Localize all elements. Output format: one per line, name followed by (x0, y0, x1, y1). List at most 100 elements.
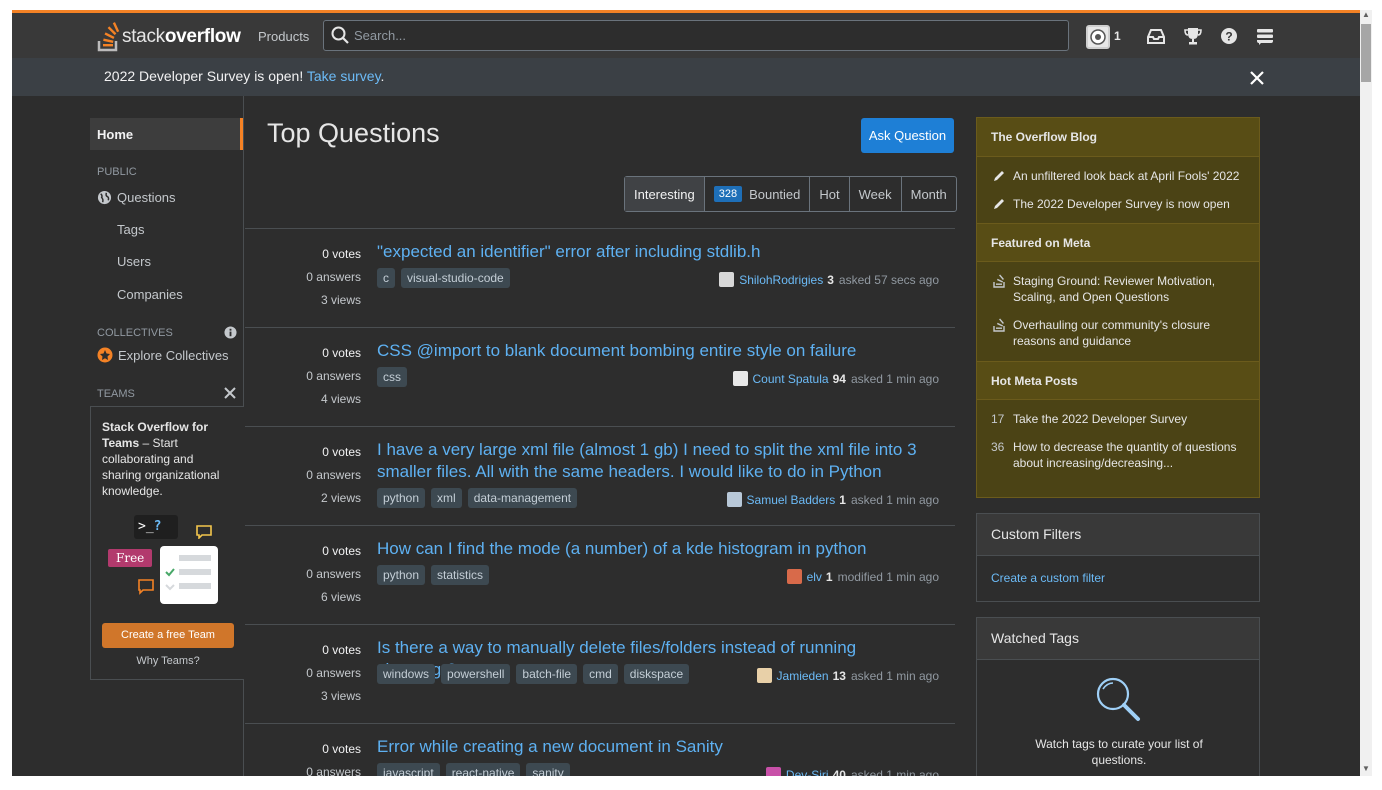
trophy-icon[interactable] (1182, 25, 1204, 47)
avatar-badge-icon (1090, 29, 1106, 45)
question-stats: 0 votes 0 answers 4 views (245, 342, 361, 411)
modified-time[interactable]: modified 1 min ago (838, 570, 939, 584)
meta-item-link[interactable]: Overhauling our community's closure reas… (1013, 318, 1210, 348)
question-list: 0 votes 0 answers 3 views "expected an i… (245, 228, 955, 776)
nav-section-teams: TEAMS (97, 388, 135, 400)
tag[interactable]: javascript (377, 763, 440, 776)
user-avatar[interactable] (726, 492, 742, 507)
hot-meta-link[interactable]: How to decrease the quantity of question… (1013, 440, 1236, 470)
blog-item-link[interactable]: The 2022 Developer Survey is now open (1013, 197, 1230, 211)
page-scrollbar[interactable]: ▲ ▼ (1360, 10, 1372, 776)
tag[interactable]: visual-studio-code (401, 268, 510, 288)
scroll-up-arrow-icon[interactable]: ▲ (1360, 10, 1372, 19)
user-reputation: 40 (832, 767, 846, 777)
user-avatar[interactable] (1086, 25, 1110, 49)
nav-home[interactable]: Home (90, 118, 243, 150)
user-avatar[interactable] (786, 569, 802, 584)
hot-meta-link[interactable]: Take the 2022 Developer Survey (1013, 412, 1187, 426)
scrollbar-thumb[interactable] (1361, 24, 1371, 82)
view-count: 3 views (320, 689, 361, 703)
tag[interactable]: windows (377, 664, 436, 684)
user-avatar[interactable] (719, 272, 735, 287)
search-input[interactable] (354, 25, 1054, 46)
hot-meta-item[interactable]: 36 How to decrease the quantity of quest… (977, 439, 1259, 471)
question-title-link[interactable]: CSS @import to blank document bombing en… (377, 340, 927, 362)
teams-illustration: >_? Free (108, 515, 228, 605)
question-title-link[interactable]: I have a very large xml file (almost 1 g… (377, 439, 927, 483)
nav-explore-collectives[interactable]: Explore Collectives (97, 347, 229, 363)
user-avatar[interactable] (765, 767, 781, 776)
search-icon (331, 26, 349, 44)
asked-time[interactable]: asked 1 min ago (851, 768, 939, 777)
nav-users[interactable]: Users (117, 254, 151, 269)
user-name-link[interactable]: Dev-Siri (786, 768, 829, 777)
tag[interactable]: c (377, 268, 395, 288)
tag[interactable]: css (377, 367, 407, 387)
help-icon[interactable]: ? (1218, 25, 1240, 47)
collectives-info-icon[interactable] (224, 326, 237, 344)
tab-month[interactable]: Month (902, 177, 956, 211)
scroll-down-arrow-icon[interactable]: ▼ (1360, 764, 1372, 773)
user-reputation: 1 (839, 492, 846, 507)
tag[interactable]: statistics (431, 565, 490, 585)
question-title-link[interactable]: How can I find the mode (a number) of a … (377, 538, 927, 560)
take-survey-link[interactable]: Take survey (307, 68, 381, 84)
user-avatar[interactable] (732, 371, 748, 386)
tag[interactable]: sanity (526, 763, 570, 776)
tag[interactable]: batch-file (516, 664, 578, 684)
user-reputation[interactable]: 1 (1114, 29, 1121, 43)
tag[interactable]: python (377, 565, 426, 585)
tab-week[interactable]: Week (850, 177, 902, 211)
blog-item[interactable]: The 2022 Developer Survey is now open (977, 196, 1259, 212)
tag[interactable]: xml (431, 488, 462, 508)
explore-collectives-label: Explore Collectives (118, 347, 229, 363)
tag[interactable]: react-native (445, 763, 521, 776)
stackoverflow-logo[interactable]: stackoverflow (96, 21, 241, 53)
create-custom-filter-link[interactable]: Create a custom filter (977, 556, 1259, 600)
hot-meta-item[interactable]: 17 Take the 2022 Developer Survey (977, 411, 1259, 427)
nav-questions[interactable]: Questions (97, 190, 176, 205)
inbox-icon[interactable] (1145, 25, 1167, 47)
meta-item[interactable]: Staging Ground: Reviewer Motivation, Sca… (977, 273, 1259, 305)
user-name-link[interactable]: ShilohRodrigies (739, 273, 823, 287)
nav-companies[interactable]: Companies (117, 287, 183, 302)
search-box[interactable] (323, 20, 1069, 51)
why-teams-link[interactable]: Why Teams? (91, 655, 245, 667)
user-avatar[interactable] (756, 668, 772, 683)
user-reputation: 94 (832, 371, 846, 386)
tag[interactable]: data-management (467, 488, 578, 508)
meta-item-link[interactable]: Staging Ground: Reviewer Motivation, Sca… (1013, 274, 1215, 304)
question-tags: javascript react-native sanity (377, 763, 576, 776)
ask-question-button[interactable]: Ask Question (861, 118, 954, 153)
asked-time[interactable]: asked 1 min ago (851, 493, 939, 507)
asked-time[interactable]: asked 1 min ago (851, 372, 939, 386)
tag[interactable]: python (377, 488, 426, 508)
message-icon (138, 579, 154, 595)
tab-hot[interactable]: Hot (810, 177, 850, 211)
nav-tags[interactable]: Tags (117, 222, 144, 237)
blog-item[interactable]: An unfiltered look back at April Fools' … (977, 168, 1259, 184)
create-free-team-button[interactable]: Create a free Team (102, 623, 234, 648)
asked-time[interactable]: asked 1 min ago (851, 669, 939, 683)
banner-close-icon[interactable] (1250, 66, 1264, 91)
asked-time[interactable]: asked 57 secs ago (839, 273, 939, 287)
answer-count: 0 answers (306, 666, 361, 680)
site-switcher-icon[interactable] (1254, 25, 1276, 47)
user-name-link[interactable]: elv (807, 570, 822, 584)
question-title-link[interactable]: "expected an identifier" error after inc… (377, 241, 927, 263)
products-menu[interactable]: Products (250, 26, 317, 47)
user-name-link[interactable]: Jamieden (777, 669, 829, 683)
user-name-link[interactable]: Count Spatula (753, 372, 829, 386)
meta-item[interactable]: Overhauling our community's closure reas… (977, 317, 1259, 349)
tag[interactable]: cmd (583, 664, 618, 684)
tab-bountied[interactable]: 328 Bountied (705, 177, 811, 211)
teams-close-icon[interactable] (224, 386, 236, 404)
user-name-link[interactable]: Samuel Badders (747, 493, 836, 507)
tag[interactable]: diskspace (623, 664, 690, 684)
tab-interesting[interactable]: Interesting (625, 177, 705, 211)
question-meta: Jamieden 13 asked 1 min ago (756, 668, 939, 683)
tag[interactable]: powershell (441, 664, 511, 684)
question-title-link[interactable]: Error while creating a new document in S… (377, 736, 927, 758)
hot-meta-header: Hot Meta Posts (977, 361, 1259, 400)
blog-item-link[interactable]: An unfiltered look back at April Fools' … (1013, 169, 1239, 183)
